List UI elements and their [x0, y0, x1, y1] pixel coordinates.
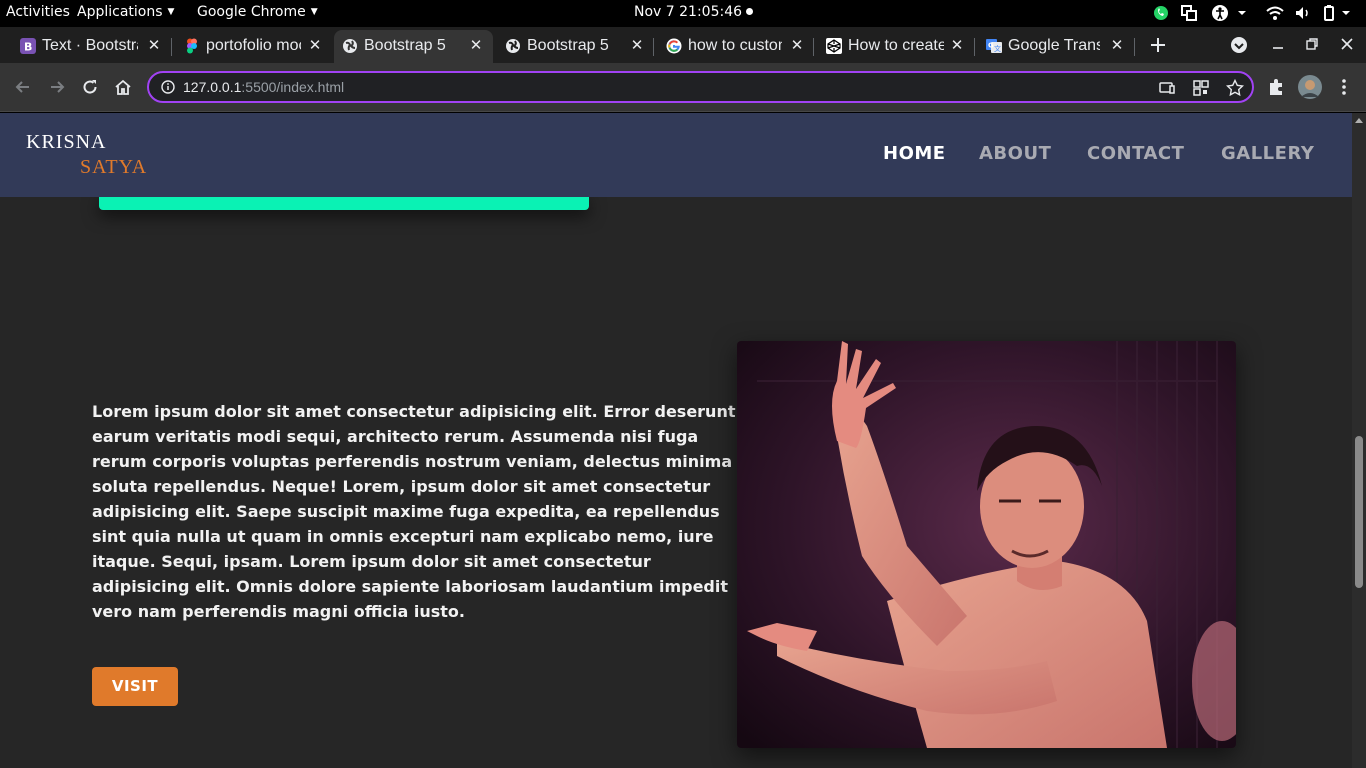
tab-separator	[171, 38, 172, 56]
tab-bootstrap-5[interactable]: Bootstrap 5 ✕	[497, 30, 654, 63]
home-icon[interactable]	[113, 77, 133, 97]
url-host: 127.0.0.1	[183, 79, 242, 95]
about-paragraph: Lorem ipsum dolor sit amet consectetur a…	[92, 402, 736, 621]
tab-portofolio[interactable]: portofolio mockup ✕	[176, 30, 332, 63]
google-favicon	[666, 38, 682, 54]
kebab-menu-icon[interactable]	[1334, 77, 1354, 97]
chevron-down-icon[interactable]	[1236, 4, 1248, 22]
tab-search-icon[interactable]	[1230, 36, 1248, 54]
codepen-favicon	[826, 38, 842, 54]
scrollbar-thumb[interactable]	[1355, 436, 1363, 588]
back-icon[interactable]	[13, 77, 33, 97]
profile-avatar[interactable]	[1298, 75, 1322, 99]
close-window-icon[interactable]	[1339, 36, 1355, 52]
url-text: 127.0.0.1:5500/index.html	[183, 79, 344, 95]
tab-title: How to create	[848, 37, 944, 54]
tab-how-to-customize[interactable]: how to customize ✕	[658, 30, 814, 63]
extensions-icon[interactable]	[1266, 77, 1286, 97]
tab-text-bootstrap[interactable]: B Text · Bootstrap ✕	[12, 30, 172, 63]
url-path: :5500/index.html	[241, 79, 345, 95]
reload-icon[interactable]	[80, 77, 100, 97]
battery-icon[interactable]	[1320, 4, 1338, 22]
close-icon[interactable]: ✕	[146, 38, 162, 54]
close-icon[interactable]: ✕	[1109, 38, 1125, 54]
forward-icon[interactable]	[47, 77, 67, 97]
visit-button[interactable]: VISIT	[92, 667, 178, 706]
tab-title: Bootstrap 5	[527, 37, 609, 54]
notification-dot-icon	[746, 8, 753, 15]
tab-how-to-create[interactable]: How to create ✕	[818, 30, 975, 63]
browser-toolbar: 127.0.0.1:5500/index.html	[0, 63, 1366, 112]
close-icon[interactable]: ✕	[789, 38, 805, 54]
scroll-up-icon[interactable]	[1355, 117, 1363, 123]
globe-favicon	[506, 39, 520, 53]
logo-line-2[interactable]: SATYA	[80, 156, 147, 179]
window-switcher-icon[interactable]	[1180, 4, 1198, 22]
bookmark-star-icon[interactable]	[1226, 79, 1244, 97]
tab-title: Google Translate	[1008, 37, 1100, 54]
tab-title: how to customize	[688, 37, 782, 54]
tab-google-translate[interactable]: G文 Google Translate ✕	[978, 30, 1135, 63]
bootstrap-favicon: B	[20, 38, 36, 54]
address-bar[interactable]: 127.0.0.1:5500/index.html	[147, 71, 1254, 103]
chevron-down-icon[interactable]	[1340, 4, 1352, 22]
nav-contact[interactable]: CONTACT	[1087, 143, 1184, 164]
minimize-icon[interactable]	[1270, 36, 1286, 52]
cast-icon[interactable]	[1158, 79, 1176, 97]
info-icon[interactable]	[161, 80, 175, 94]
chevron-down-icon: ▼	[167, 7, 175, 17]
svg-text:文: 文	[994, 44, 1001, 53]
tab-separator	[813, 38, 814, 56]
nav-about[interactable]: ABOUT	[979, 143, 1051, 164]
green-card-bottom	[99, 195, 589, 210]
tab-separator	[974, 38, 975, 56]
system-top-bar: Activities Applications ▼ Google Chrome ▼ …	[0, 0, 1366, 27]
nav-gallery[interactable]: GALLERY	[1221, 143, 1314, 164]
new-tab-icon[interactable]	[1149, 36, 1167, 54]
dancer-photo	[737, 341, 1236, 748]
close-icon[interactable]: ✕	[468, 38, 484, 54]
restore-icon[interactable]	[1304, 36, 1320, 52]
page-scrollbar[interactable]	[1352, 113, 1366, 768]
tab-title: Text · Bootstrap	[42, 37, 138, 54]
wifi-icon[interactable]	[1266, 4, 1284, 22]
tab-strip: B Text · Bootstrap ✕ portofolio mockup ✕…	[0, 27, 1366, 63]
app-menu-label: Google Chrome	[197, 4, 306, 20]
nav-home[interactable]: HOME	[883, 143, 946, 164]
activities-button[interactable]: Activities	[6, 4, 70, 21]
close-icon[interactable]: ✕	[629, 38, 645, 54]
figma-favicon	[187, 38, 197, 54]
translate-favicon: G文	[986, 39, 1002, 53]
tab-separator	[1134, 38, 1135, 56]
clock[interactable]: Nov 7 21:05:46	[634, 4, 742, 21]
chevron-down-icon: ▼	[310, 7, 318, 17]
volume-icon[interactable]	[1294, 4, 1312, 22]
logo-line-1[interactable]: KRISNA	[26, 131, 106, 154]
accessibility-icon[interactable]	[1211, 4, 1229, 22]
site-navbar: KRISNA SATYA HOME ABOUT CONTACT GALLERY	[0, 113, 1352, 197]
tab-title: portofolio mockup	[206, 37, 301, 54]
app-menu[interactable]: Google Chrome ▼	[197, 4, 318, 21]
tab-separator	[653, 38, 654, 56]
qr-code-icon[interactable]	[1192, 79, 1210, 97]
close-icon[interactable]: ✕	[307, 38, 323, 54]
svg-text:B: B	[24, 41, 32, 54]
applications-label: Applications	[77, 4, 163, 20]
close-icon[interactable]: ✕	[949, 38, 965, 54]
tab-bootstrap-5-active[interactable]: Bootstrap 5 ✕	[334, 30, 493, 63]
whatsapp-icon[interactable]	[1152, 4, 1170, 22]
applications-menu[interactable]: Applications ▼	[77, 4, 174, 21]
globe-favicon	[343, 39, 357, 53]
tab-title: Bootstrap 5	[364, 37, 446, 54]
web-page: KRISNA SATYA HOME ABOUT CONTACT GALLERY …	[0, 113, 1366, 768]
